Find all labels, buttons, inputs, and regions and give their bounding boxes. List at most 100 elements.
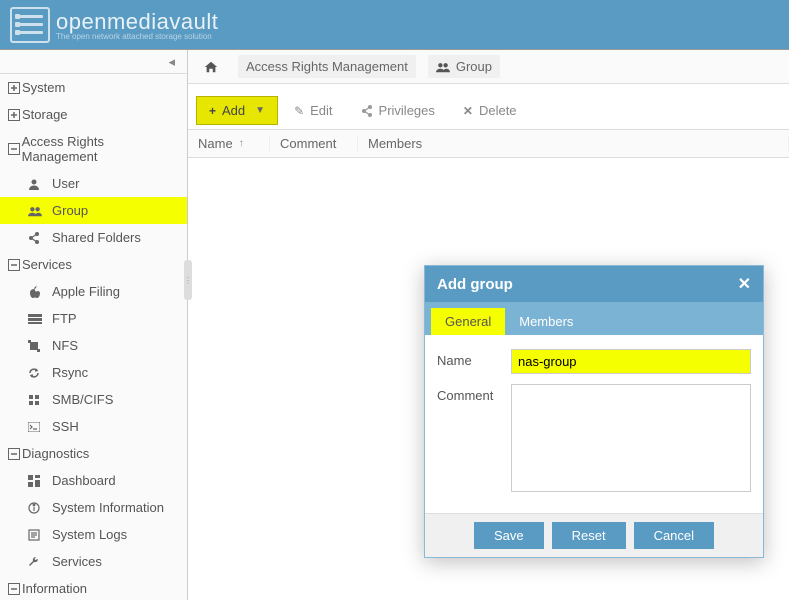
add-button[interactable]: + Add ▼: [196, 96, 278, 125]
name-input[interactable]: [511, 349, 751, 374]
collapse-icon: [8, 583, 22, 595]
sidebar-section-services[interactable]: Services: [0, 251, 187, 278]
pencil-icon: ✎: [294, 104, 304, 118]
sort-asc-icon: ↑: [239, 138, 244, 149]
splitter-handle[interactable]: ⋮: [184, 260, 192, 300]
dialog-body: Name Comment: [425, 335, 763, 513]
sidebar: ◂ System Storage Access Rights Management U…: [0, 50, 188, 600]
edit-label: Edit: [310, 103, 332, 118]
sidebar-item-system-logs[interactable]: System Logs: [0, 521, 187, 548]
close-icon[interactable]: ✕: [738, 274, 751, 294]
delete-button[interactable]: ✕ Delete: [451, 97, 529, 124]
edit-button[interactable]: ✎ Edit: [282, 97, 344, 124]
dialog-footer: Save Reset Cancel: [425, 513, 763, 557]
sidebar-item-apple-filing[interactable]: Apple Filing: [0, 278, 187, 305]
info-icon: [28, 502, 44, 514]
sidebar-item-smb-cifs[interactable]: SMB/CIFS: [0, 386, 187, 413]
smb-icon: [28, 394, 44, 406]
sidebar-item-ftp[interactable]: FTP: [0, 305, 187, 332]
sidebar-item-label: Services: [52, 554, 102, 569]
sidebar-item-rsync[interactable]: Rsync: [0, 359, 187, 386]
sidebar-label: System: [22, 80, 65, 95]
sidebar-item-label: User: [52, 176, 79, 191]
breadcrumb-group[interactable]: Group: [428, 55, 500, 78]
column-members[interactable]: Members: [358, 136, 789, 151]
sidebar-label: Services: [22, 257, 72, 272]
sidebar-section-storage[interactable]: Storage: [0, 101, 187, 128]
sidebar-item-services[interactable]: Services: [0, 548, 187, 575]
x-icon: ✕: [463, 104, 473, 118]
sidebar-item-label: FTP: [52, 311, 77, 326]
brand-tagline: The open network attached storage soluti…: [56, 32, 218, 41]
apple-icon: [28, 286, 44, 298]
comment-textarea[interactable]: [511, 384, 751, 492]
tab-general[interactable]: General: [431, 308, 505, 335]
delete-label: Delete: [479, 103, 517, 118]
group-icon: [436, 61, 450, 73]
sidebar-collapse-toggle[interactable]: ◂: [0, 50, 187, 74]
share-icon: [28, 232, 44, 244]
reset-button[interactable]: Reset: [552, 522, 626, 549]
sidebar-item-label: Dashboard: [52, 473, 116, 488]
sidebar-section-system[interactable]: System: [0, 74, 187, 101]
breadcrumb-arm[interactable]: Access Rights Management: [238, 55, 416, 78]
collapse-icon: [8, 448, 22, 460]
add-group-dialog: Add group ✕ General Members Name Comment…: [424, 265, 764, 558]
breadcrumb: Access Rights Management Group: [188, 50, 789, 84]
toolbar: + Add ▼ ✎ Edit Privileges ✕ Delete: [188, 92, 789, 130]
save-button[interactable]: Save: [474, 522, 544, 549]
nfs-icon: [28, 340, 44, 352]
column-name[interactable]: Name ↑: [188, 136, 270, 151]
sidebar-section-information[interactable]: Information: [0, 575, 187, 600]
sidebar-item-label: System Information: [52, 500, 164, 515]
brand-block: openmediavault The open network attached…: [56, 9, 218, 41]
name-label: Name: [437, 349, 511, 368]
sidebar-label: Storage: [22, 107, 68, 122]
home-icon: [204, 60, 218, 74]
sidebar-item-label: SSH: [52, 419, 79, 434]
dialog-titlebar[interactable]: Add group ✕: [425, 266, 763, 302]
add-label: Add: [222, 103, 245, 118]
breadcrumb-home[interactable]: [196, 56, 226, 78]
grid-header: Name ↑ Comment Members: [188, 130, 789, 158]
logs-icon: [28, 529, 44, 541]
sidebar-item-label: Group: [52, 203, 88, 218]
sidebar-item-label: Shared Folders: [52, 230, 141, 245]
brand-name: openmediavault: [56, 9, 218, 34]
sidebar-item-ssh[interactable]: SSH: [0, 413, 187, 440]
sidebar-item-shared-folders[interactable]: Shared Folders: [0, 224, 187, 251]
sidebar-item-label: SMB/CIFS: [52, 392, 113, 407]
sidebar-item-label: System Logs: [52, 527, 127, 542]
sidebar-item-label: Apple Filing: [52, 284, 120, 299]
sidebar-item-user[interactable]: User: [0, 170, 187, 197]
dashboard-icon: [28, 475, 44, 487]
sidebar-section-diagnostics[interactable]: Diagnostics: [0, 440, 187, 467]
collapse-icon: [8, 259, 22, 271]
breadcrumb-label: Access Rights Management: [246, 59, 408, 74]
sidebar-label: Access Rights Management: [22, 134, 179, 164]
column-comment[interactable]: Comment: [270, 136, 358, 151]
plus-icon: +: [209, 104, 216, 118]
privileges-button[interactable]: Privileges: [349, 97, 447, 124]
privileges-label: Privileges: [379, 103, 435, 118]
sidebar-item-dashboard[interactable]: Dashboard: [0, 467, 187, 494]
sidebar-item-system-information[interactable]: System Information: [0, 494, 187, 521]
tab-members[interactable]: Members: [505, 308, 587, 335]
dialog-tabs: General Members: [425, 302, 763, 335]
sidebar-section-access-rights-management[interactable]: Access Rights Management: [0, 128, 187, 170]
ftp-icon: [28, 314, 44, 324]
group-icon: [28, 205, 44, 217]
breadcrumb-label: Group: [456, 59, 492, 74]
sidebar-label: Diagnostics: [22, 446, 89, 461]
share-icon: [361, 105, 373, 117]
sidebar-label: Information: [22, 581, 87, 596]
caret-down-icon: ▼: [255, 105, 265, 116]
rsync-icon: [28, 367, 44, 379]
collapse-icon: [8, 143, 22, 155]
sidebar-item-nfs[interactable]: NFS: [0, 332, 187, 359]
terminal-icon: [28, 422, 44, 432]
cancel-button[interactable]: Cancel: [634, 522, 714, 549]
sidebar-item-group[interactable]: Group: [0, 197, 187, 224]
sidebar-item-label: NFS: [52, 338, 78, 353]
sidebar-item-label: Rsync: [52, 365, 88, 380]
